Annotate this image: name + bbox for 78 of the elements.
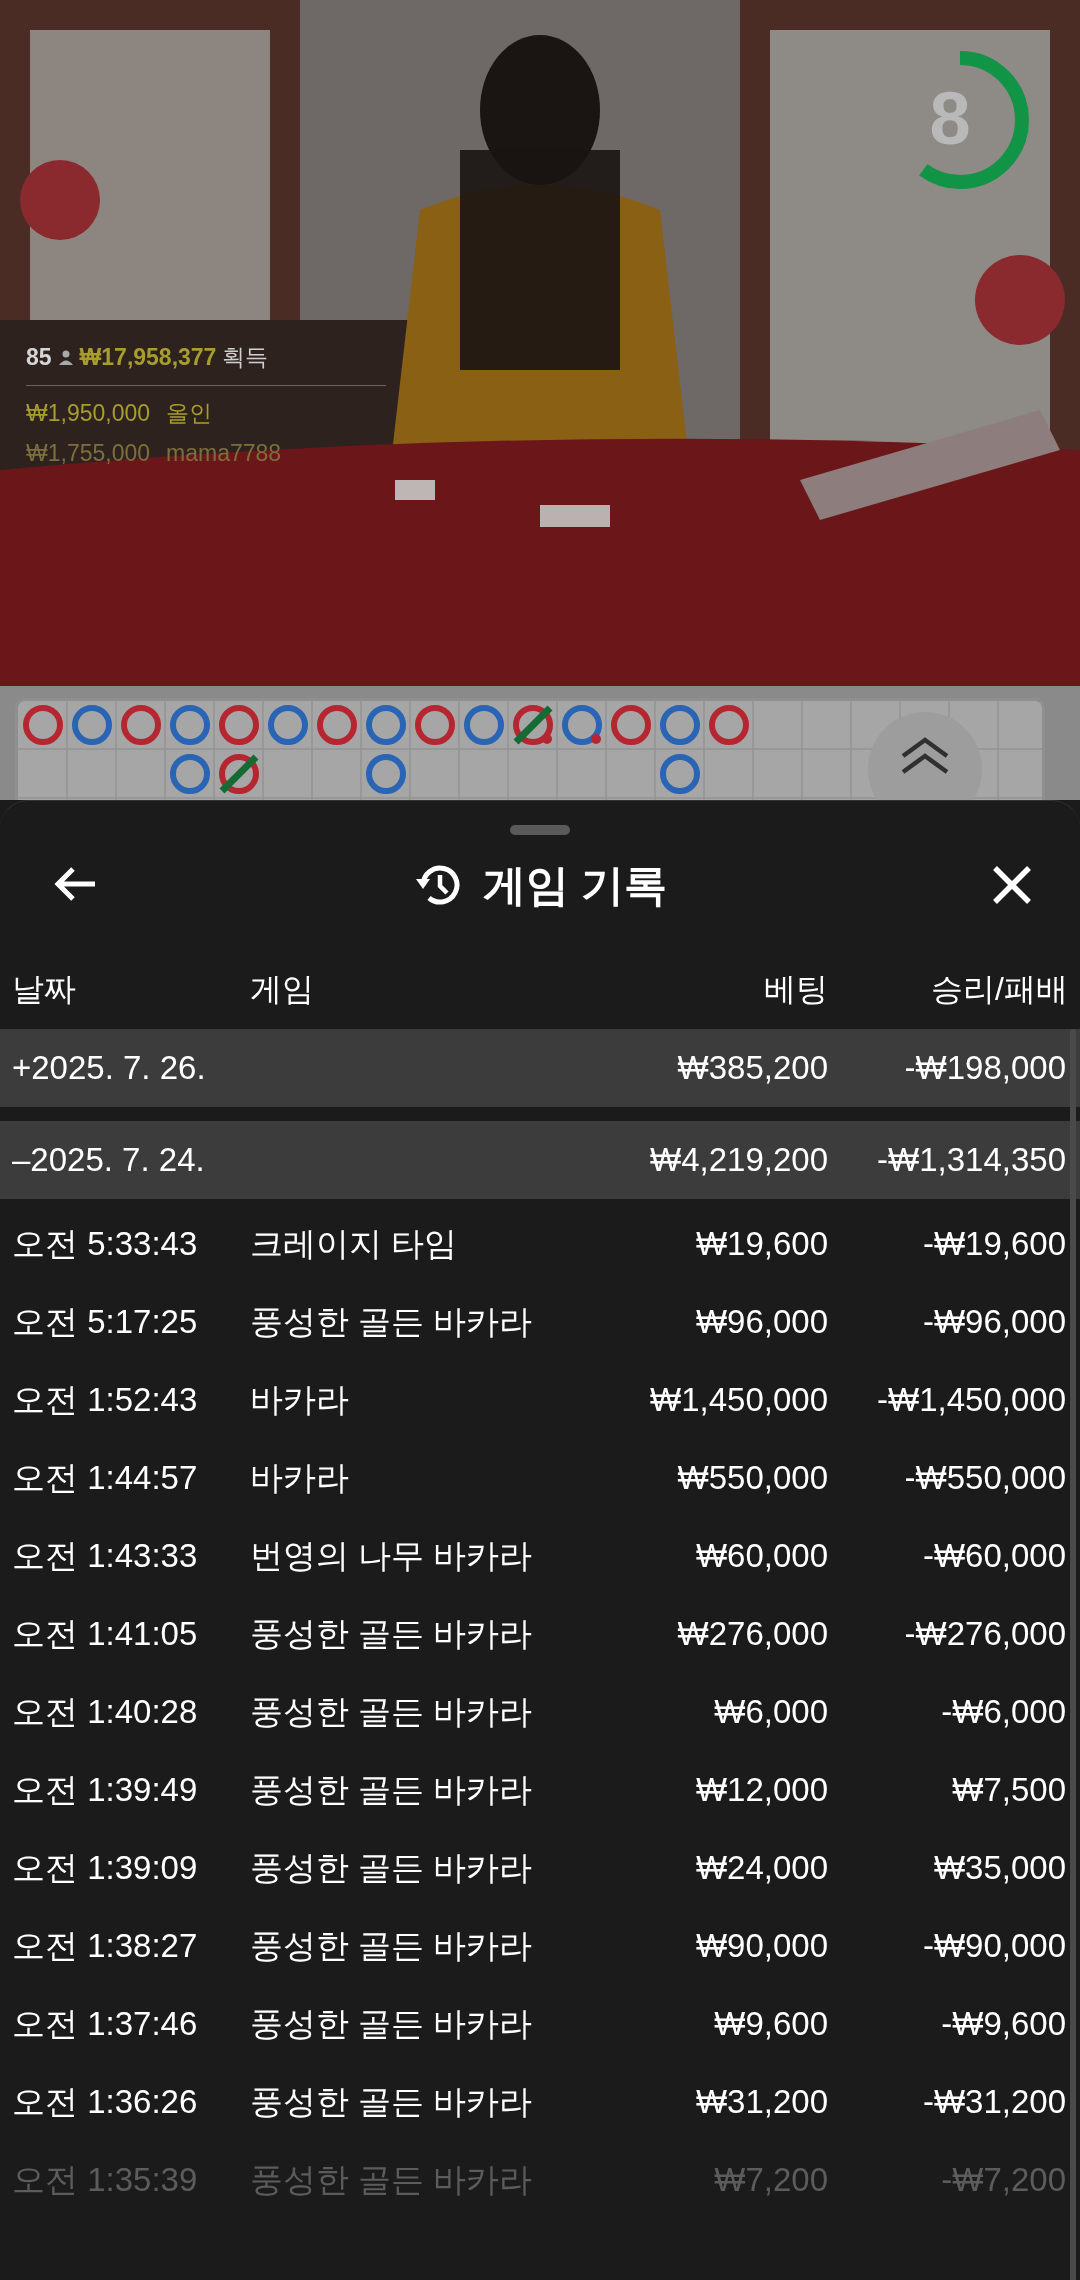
- result-cell-text: ₩35,000: [932, 1848, 1066, 1889]
- result-cell-text: -₩90,000: [921, 1926, 1066, 1967]
- game-cell-text: 풍성한 골든 바카라: [250, 2004, 534, 2045]
- result-cell-text: -₩19,600: [921, 1224, 1066, 1265]
- bet-amount: ₩1,950,000: [26, 398, 151, 428]
- back-arrow-icon: [53, 866, 97, 902]
- game-cell-text: 풍성한 골든 바카라: [250, 1692, 534, 1733]
- total-winnings: ₩17,958,377: [79, 343, 217, 372]
- bet-cell-text: ₩7,200: [713, 2160, 828, 2201]
- bet-cell-text: ₩31,200: [694, 2082, 828, 2123]
- person-icon: [57, 349, 74, 366]
- result-cell-text: -₩7,200: [940, 2160, 1066, 2201]
- time-cell-text: 오전 1:39:49: [12, 1770, 199, 1811]
- result-cell-text: -₩276,000: [903, 1614, 1066, 1655]
- bet-cell-text: ₩90,000: [694, 1926, 828, 1967]
- bet-cell-text: ₩550,000: [676, 1458, 828, 1499]
- time-cell-text: 오전 1:43:33: [12, 1536, 199, 1577]
- scrollbar[interactable]: [1070, 1029, 1076, 2280]
- time-cell-text: 오전 1:44:57: [12, 1458, 199, 1499]
- result-cell-text: -₩31,200: [921, 2082, 1066, 2123]
- time-cell-text: 오전 1:35:39: [12, 2160, 199, 2201]
- time-cell-text: 오전 1:38:27: [12, 1926, 199, 1967]
- game-cell-text: 풍성한 골든 바카라: [250, 2082, 534, 2123]
- drag-handle[interactable]: [510, 825, 570, 835]
- time-cell-text: 오전 1:40:28: [12, 1692, 199, 1733]
- bet-cell-text: ₩1,450,000: [649, 1380, 828, 1421]
- time-cell-text: 오전 1:41:05: [12, 1614, 199, 1655]
- bet-cell-text: ₩6,000: [713, 1692, 828, 1733]
- date-group-row[interactable]: –2025. 7. 24. ₩4,219,200 -₩1,314,350: [0, 1121, 1080, 1199]
- player-count: 85: [26, 343, 52, 372]
- game-cell-text: 번영의 나무 바카라: [250, 1536, 534, 1577]
- bet-cell-text: ₩12,000: [694, 1770, 828, 1811]
- result-cell-text: -₩96,000: [921, 1302, 1066, 1343]
- column-header: 날짜: [12, 970, 77, 1009]
- game-cell-text: 풍성한 골든 바카라: [250, 2160, 534, 2201]
- result-cell-text: ₩7,500: [951, 1770, 1066, 1811]
- double-chevron-up-icon: [899, 736, 951, 776]
- bet-cell-text: ₩4,219,200: [649, 1140, 828, 1181]
- result-cell-text: -₩198,000: [903, 1048, 1066, 1089]
- result-cell-text: -₩60,000: [921, 1536, 1066, 1577]
- bet-cell-text: ₩96,000: [694, 1302, 828, 1343]
- bet-cell-text: ₩385,200: [676, 1048, 828, 1089]
- time-cell-text: 오전 1:39:09: [12, 1848, 199, 1889]
- result-cell-text: -₩9,600: [940, 2004, 1066, 2045]
- game-cell-text: 크레이지 타임: [250, 1224, 459, 1265]
- bet-cell-text: ₩24,000: [694, 1848, 828, 1889]
- column-header: 승리/패배: [930, 970, 1068, 1009]
- game-cell-text: 풍성한 골든 바카라: [250, 1614, 534, 1655]
- bet-cell-text: ₩19,600: [694, 1224, 828, 1265]
- time-cell-text: 오전 1:36:26: [12, 2082, 199, 2123]
- winnings-label: 획득: [222, 343, 269, 372]
- close-icon: [991, 864, 1033, 906]
- history-icon: [413, 862, 461, 908]
- game-cell-text: 바카라: [250, 1380, 350, 1421]
- game-cell-text: 풍성한 골든 바카라: [250, 1302, 534, 1343]
- bet-cell-text: ₩60,000: [694, 1536, 828, 1577]
- game-cell-text: 풍성한 골든 바카라: [250, 1926, 534, 1967]
- bet-cell-text: ₩276,000: [676, 1614, 828, 1655]
- date-group-row[interactable]: +2025. 7. 26. ₩385,200 -₩198,000: [0, 1029, 1080, 1107]
- time-cell-text: 오전 5:33:43: [12, 1224, 199, 1265]
- result-cell-text: -₩1,450,000: [876, 1380, 1066, 1421]
- game-cell-text: 풍성한 골든 바카라: [250, 1770, 534, 1811]
- time-cell-text: 오전 5:17:25: [12, 1302, 199, 1343]
- time-cell-text: 오전 1:52:43: [12, 1380, 199, 1421]
- game-cell-text: 풍성한 골든 바카라: [250, 1848, 534, 1889]
- group-date: +2025. 7. 26.: [12, 1048, 207, 1089]
- column-header: 베팅: [763, 970, 828, 1009]
- bet-amount: ₩1,755,000: [26, 439, 151, 468]
- column-header: 게임: [250, 970, 315, 1009]
- result-cell-text: -₩550,000: [903, 1458, 1066, 1499]
- player-name: 올인: [166, 398, 213, 428]
- game-cell-text: 바카라: [250, 1458, 350, 1499]
- group-date: –2025. 7. 24.: [12, 1140, 206, 1181]
- result-cell-text: -₩1,314,350: [876, 1140, 1066, 1181]
- result-cell-text: -₩6,000: [940, 1692, 1066, 1733]
- bet-cell-text: ₩9,600: [713, 2004, 828, 2045]
- time-cell-text: 오전 1:37:46: [12, 2004, 199, 2045]
- sheet-title: 게임 기록: [483, 859, 667, 911]
